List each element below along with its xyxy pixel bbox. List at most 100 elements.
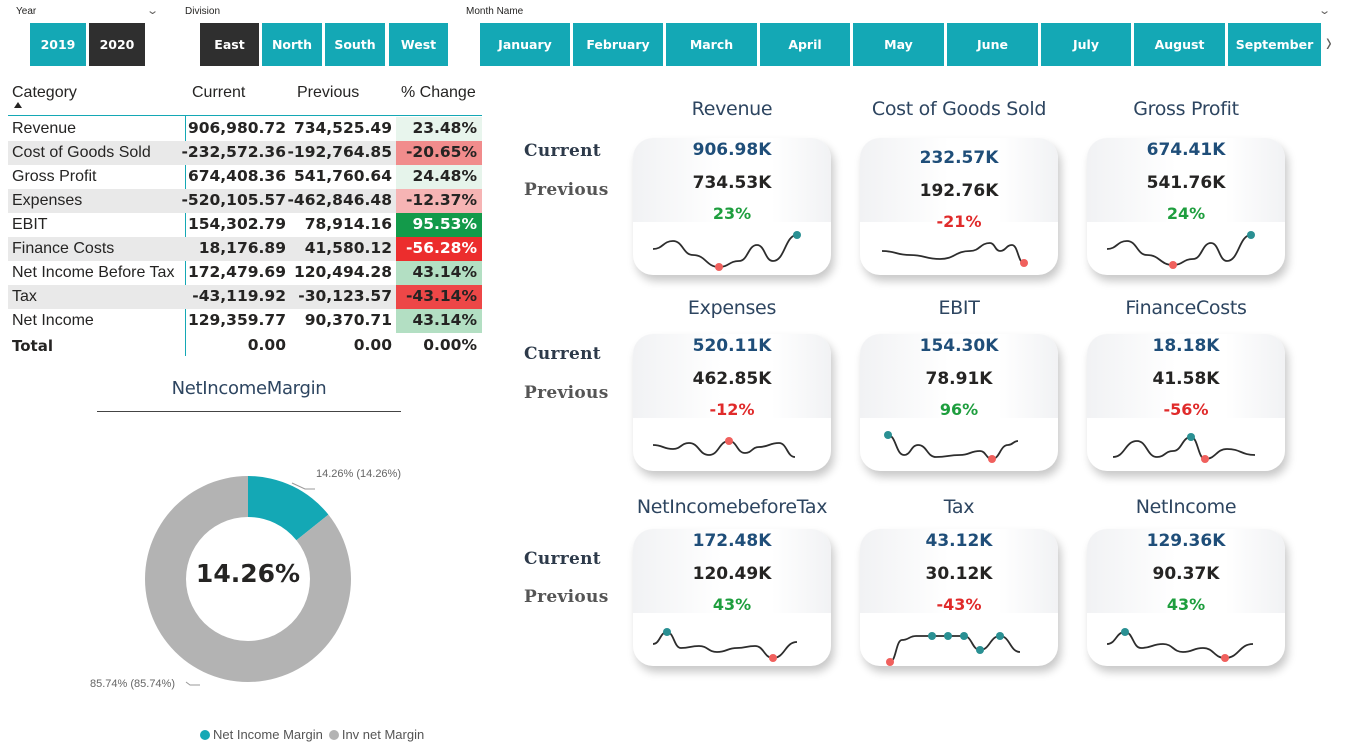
kpi-previous-value: 541.76K [1146, 173, 1226, 193]
kpi-change-value: 43% [712, 595, 752, 614]
division-tile-east[interactable]: East [200, 23, 259, 66]
month-tile-march[interactable]: March [666, 23, 757, 66]
kpi-change-value: -12% [709, 400, 755, 419]
year-tile-2019[interactable]: 2019 [30, 23, 86, 66]
table-row: Cost of Goods Sold -232,572.36 -192,764.85… [8, 141, 482, 165]
sparkline-line [1112, 436, 1256, 460]
row-change: -20.65% [396, 141, 482, 165]
kpi-title: Gross Profit [1133, 98, 1239, 120]
row-category: Net Income [12, 312, 94, 329]
division-slicer-title: Division [185, 6, 221, 17]
net-income-margin-donut: 14.26% [145, 476, 352, 686]
row-change: -12.37% [396, 189, 482, 213]
year-chevron-icon[interactable]: ⌄ [146, 4, 159, 17]
kpi-sparkline [1106, 628, 1254, 662]
table-row: Finance Costs 18,176.89 41,580.12 -56.28% [8, 237, 482, 261]
kpi-title: NetIncomebeforeTax [636, 496, 828, 518]
month-tile-january[interactable]: January [480, 23, 570, 66]
month-tile-september[interactable]: September [1228, 23, 1321, 66]
sparkline-line [652, 631, 798, 659]
kpi-change-value: 23% [712, 204, 752, 223]
legend-item-inv-net-margin[interactable]: Inv net Margin [328, 727, 424, 742]
row-previous: 734,525.49 [293, 119, 392, 137]
sparkline-high-point [1187, 433, 1195, 441]
header-previous[interactable]: Previous [297, 84, 359, 102]
donut-label-b: 85.74% (85.74%) [90, 678, 175, 690]
donut-center-value: 14.26% [196, 559, 300, 588]
month-tile-june[interactable]: June [947, 23, 1038, 66]
kpi-change-value: -21% [936, 212, 982, 231]
donut-title: NetIncomeMargin [171, 378, 327, 399]
sparkline-high-point [1121, 628, 1129, 636]
row2-current-label: Current [524, 344, 601, 364]
kpi-title: Revenue [691, 98, 773, 120]
row-change: 43.14% [396, 261, 482, 285]
month-tile-august[interactable]: August [1134, 23, 1225, 66]
division-tile-west[interactable]: West [389, 23, 448, 66]
sparkline-line [1106, 234, 1252, 266]
kpi-card[interactable]: 520.11K 462.85K -12% [633, 334, 831, 471]
legend-item-net-income-margin[interactable]: Net Income Margin [200, 727, 323, 742]
total-change: 0.00% [423, 336, 477, 354]
kpi-sparkline [652, 437, 796, 458]
sparkline-low-point [715, 263, 723, 271]
kpi-card[interactable]: 906.98K 734.53K 23% [633, 138, 831, 275]
kpi-change-value: 96% [939, 400, 979, 419]
kpi-previous-value: 90.37K [1152, 564, 1220, 584]
sort-ascending-icon[interactable] [14, 102, 22, 108]
kpi-card[interactable]: 232.57K 192.76K -21% [860, 138, 1058, 275]
row-category: Expenses [12, 192, 83, 209]
sparkline-line [652, 440, 796, 458]
kpi-previous-value: 120.49K [692, 564, 772, 584]
kpi-sparkline [1106, 231, 1255, 269]
sparkline-line [1106, 631, 1254, 659]
kpi-card[interactable]: 172.48K 120.49K 43% [633, 529, 831, 666]
year-slicer-title: Year [16, 6, 37, 17]
row-category: Net Income Before Tax [12, 264, 175, 281]
kpi-card[interactable]: 154.30K 78.91K 96% [860, 334, 1058, 471]
month-tile-april[interactable]: April [760, 23, 850, 66]
month-tile-february[interactable]: February [573, 23, 663, 66]
division-tile-north[interactable]: North [262, 23, 322, 66]
row3-current-label: Current [524, 549, 601, 569]
kpi-card[interactable]: 18.18K 41.58K -56% [1087, 334, 1285, 471]
sparkline-low-point [1221, 654, 1229, 662]
sparkline-high-point [663, 628, 671, 636]
year-tile-2020[interactable]: 2020 [89, 23, 145, 66]
kpi-current-value: 674.41K [1146, 140, 1226, 160]
row-current: -520,105.57 [181, 191, 287, 209]
month-tile-july[interactable]: July [1041, 23, 1131, 66]
row-category: Finance Costs [12, 240, 115, 257]
month-next-arrow-icon[interactable]: › [1326, 27, 1332, 59]
kpi-previous-value: 41.58K [1152, 369, 1220, 389]
row-category: Tax [12, 288, 37, 305]
kpi-card[interactable]: 129.36K 90.37K 43% [1087, 529, 1285, 666]
header-current[interactable]: Current [192, 84, 245, 102]
total-label: Total [12, 337, 53, 355]
kpi-previous-value: 462.85K [692, 369, 772, 389]
header-divider [8, 115, 482, 116]
sparkline-high-point [1247, 231, 1255, 239]
kpi-title: Cost of Goods Sold [871, 98, 1047, 120]
row-category: Revenue [12, 120, 77, 137]
kpi-change-value: 43% [1166, 595, 1206, 614]
month-slicer-title: Month Name [466, 6, 524, 17]
row-category: Gross Profit [12, 168, 97, 185]
table-row: EBIT 154,302.79 78,914.16 95.53% [8, 213, 482, 237]
kpi-current-value: 18.18K [1152, 336, 1220, 356]
header-category[interactable]: Category [12, 84, 77, 102]
month-chevron-icon[interactable]: ⌄ [1318, 4, 1331, 17]
kpi-change-value: -56% [1163, 400, 1209, 419]
total-previous: 0.00 [353, 336, 392, 354]
kpi-card[interactable]: 43.12K 30.12K -43% [860, 529, 1058, 666]
month-tile-may[interactable]: May [853, 23, 944, 66]
division-tile-south[interactable]: South [325, 23, 385, 66]
table-row: Tax -43,119.92 -30,123.57 -43.14% [8, 285, 482, 309]
sparkline-low-point [1020, 259, 1028, 267]
row-previous: 541,760.64 [293, 167, 392, 185]
row2-previous-label: Previous [524, 383, 609, 403]
header-change[interactable]: % Change [401, 84, 476, 102]
kpi-current-value: 520.11K [692, 336, 772, 356]
kpi-card[interactable]: 674.41K 541.76K 24% [1087, 138, 1285, 275]
sparkline-line [881, 242, 1025, 264]
